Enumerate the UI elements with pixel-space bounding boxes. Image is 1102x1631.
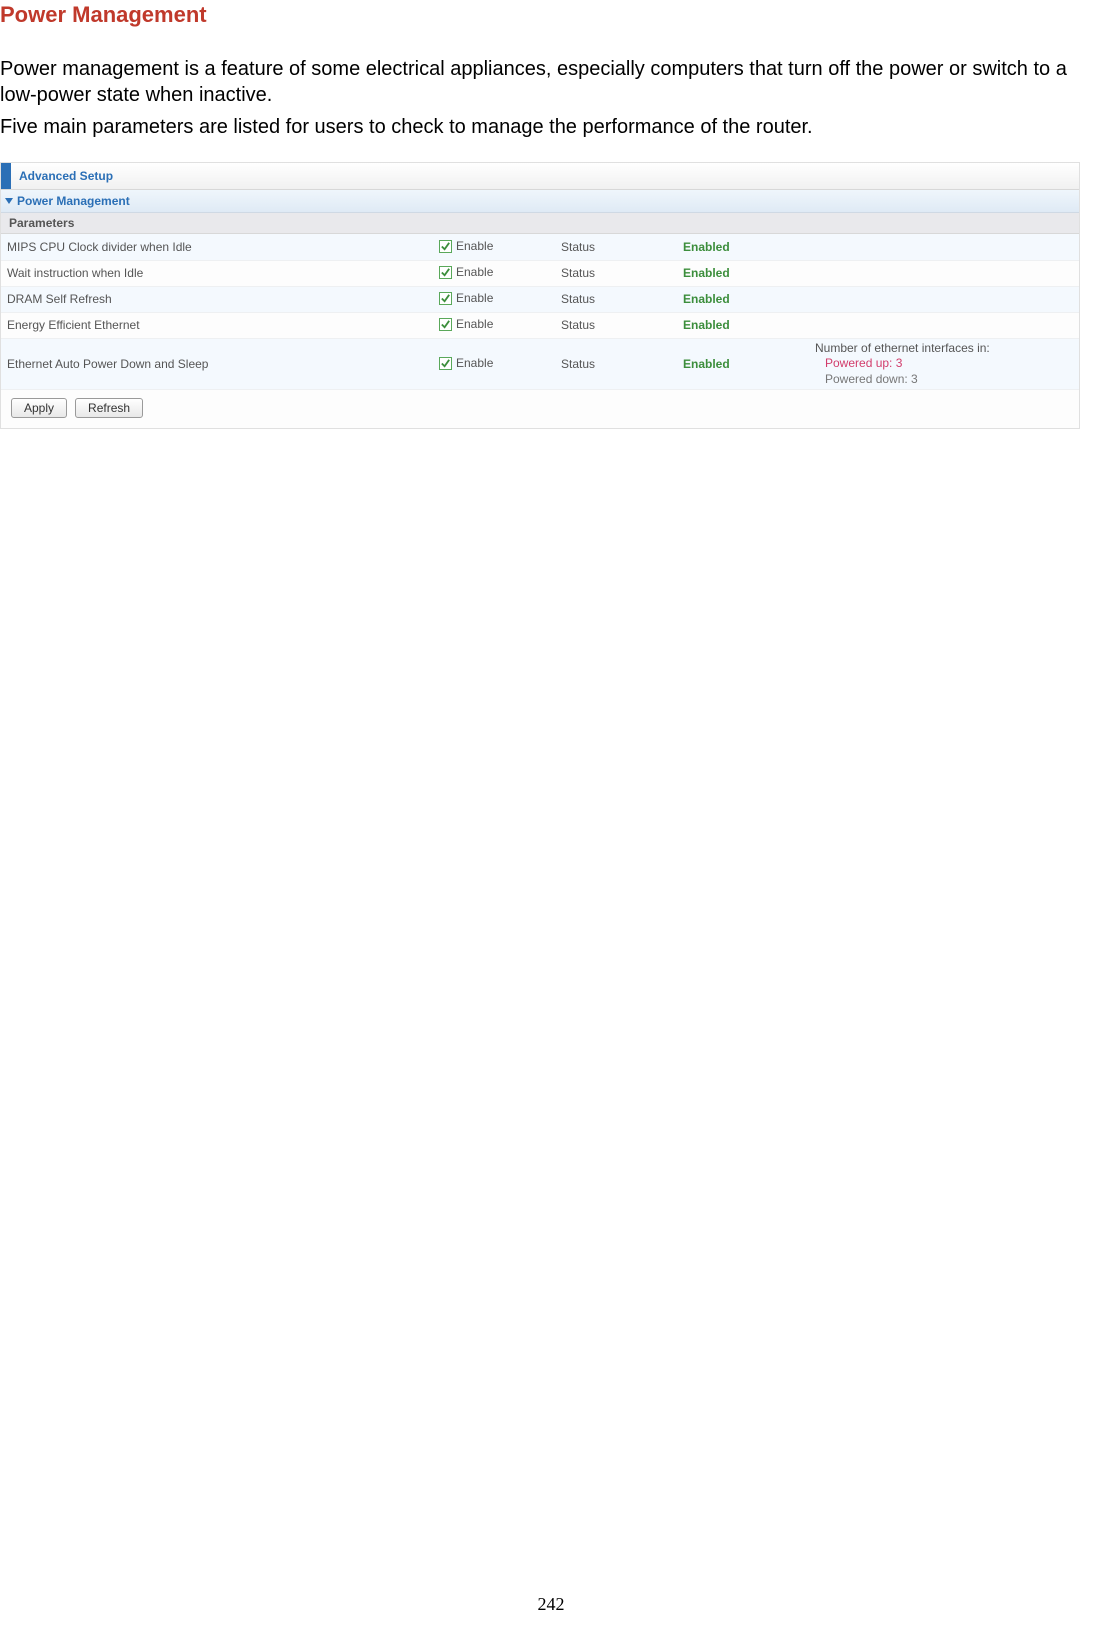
extra-powered-down: Powered down: 3 (825, 372, 1073, 388)
table-row: DRAM Self Refresh Enable Status Enabled (1, 286, 1079, 312)
status-value: Enabled (677, 312, 809, 338)
enable-label: Enable (456, 291, 493, 305)
status-label: Status (555, 338, 677, 390)
status-label: Status (555, 312, 677, 338)
enable-checkbox[interactable]: Enable (439, 239, 493, 253)
ethernet-interface-info: Number of ethernet interfaces in: Powere… (815, 341, 1073, 388)
parameters-header: Parameters (1, 213, 1079, 234)
enable-checkbox[interactable]: Enable (439, 356, 493, 370)
settings-panel: Advanced Setup Power Management Paramete… (0, 162, 1080, 429)
button-row: Apply Refresh (1, 390, 1079, 428)
param-name: DRAM Self Refresh (1, 286, 433, 312)
refresh-button[interactable]: Refresh (75, 398, 143, 418)
extra-title: Number of ethernet interfaces in: (815, 341, 1073, 357)
enable-checkbox[interactable]: Enable (439, 265, 493, 279)
enable-checkbox[interactable]: Enable (439, 291, 493, 305)
intro-paragraph-1: Power management is a feature of some el… (0, 56, 1102, 108)
check-icon (439, 266, 452, 279)
page-heading: Power Management (0, 2, 1102, 28)
page-number: 242 (0, 1594, 1102, 1615)
enable-label: Enable (456, 265, 493, 279)
panel-title: Advanced Setup (19, 169, 113, 183)
enable-label: Enable (456, 356, 493, 370)
check-icon (439, 318, 452, 331)
enable-label: Enable (456, 317, 493, 331)
table-row: Energy Efficient Ethernet Enable Status … (1, 312, 1079, 338)
status-value: Enabled (677, 338, 809, 390)
section-header[interactable]: Power Management (1, 190, 1079, 213)
status-value: Enabled (677, 234, 809, 260)
status-label: Status (555, 260, 677, 286)
param-name: Energy Efficient Ethernet (1, 312, 433, 338)
panel-title-bar: Advanced Setup (1, 163, 1079, 190)
table-row: MIPS CPU Clock divider when Idle Enable … (1, 234, 1079, 260)
accent-bar (1, 163, 11, 189)
param-name: MIPS CPU Clock divider when Idle (1, 234, 433, 260)
check-icon (439, 240, 452, 253)
intro-paragraph-2: Five main parameters are listed for user… (0, 114, 1102, 140)
table-row: Wait instruction when Idle Enable Status… (1, 260, 1079, 286)
param-name: Wait instruction when Idle (1, 260, 433, 286)
enable-checkbox[interactable]: Enable (439, 317, 493, 331)
status-label: Status (555, 286, 677, 312)
check-icon (439, 357, 452, 370)
status-value: Enabled (677, 260, 809, 286)
check-icon (439, 292, 452, 305)
extra-powered-up: Powered up: 3 (825, 356, 1073, 372)
param-name: Ethernet Auto Power Down and Sleep (1, 338, 433, 390)
enable-label: Enable (456, 239, 493, 253)
section-title: Power Management (17, 194, 130, 208)
status-value: Enabled (677, 286, 809, 312)
chevron-down-icon (5, 198, 13, 204)
status-label: Status (555, 234, 677, 260)
parameters-table: MIPS CPU Clock divider when Idle Enable … (1, 234, 1079, 390)
apply-button[interactable]: Apply (11, 398, 67, 418)
table-row: Ethernet Auto Power Down and Sleep Enabl… (1, 338, 1079, 390)
